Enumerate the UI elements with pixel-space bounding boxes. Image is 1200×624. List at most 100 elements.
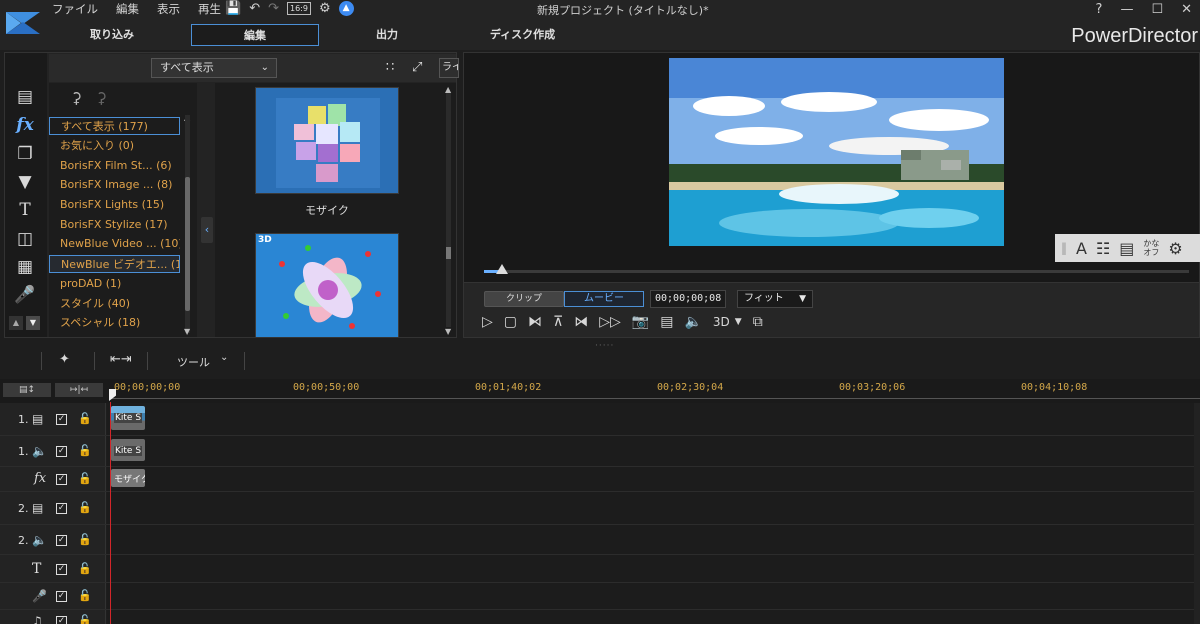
title-room-icon[interactable]: T [14,199,36,221]
tab-disc[interactable]: ディスク作成 [470,24,575,46]
category-item[interactable]: NewBlue ビデオエ... (10) [49,255,180,273]
lock-icon[interactable]: 🔓 [78,533,92,546]
stop-icon[interactable]: ▢ [504,314,517,330]
track-manager-icon[interactable]: ▤↕ [3,383,51,397]
category-item[interactable]: スタイル (40) [49,295,180,313]
kana-toggle-button[interactable]: かな オフ [1143,239,1159,257]
sidebar-down-icon[interactable]: ▼ [26,316,40,330]
sidebar-up-icon[interactable]: ▲ [9,316,23,330]
delete-tag-icon[interactable]: ⚳ [96,89,107,107]
fx-room-icon[interactable]: fx [14,114,36,136]
scroll-down-icon[interactable]: ▼ [184,327,190,336]
trim-icon[interactable]: ⇤⇥ [110,352,132,367]
3d-button[interactable]: 3D [713,315,730,329]
track-enable-checkbox[interactable]: ✓ [56,535,67,546]
subtitle-icon[interactable]: ▤ [660,314,673,330]
volume-icon[interactable]: 🔈 [684,314,701,330]
gear-icon[interactable]: ⚙ [1168,239,1182,258]
clipboard-icon[interactable]: ▤ [1119,239,1134,258]
empty-track[interactable] [107,610,1200,624]
category-item[interactable]: NewBlue Video ... (10) [49,235,180,253]
category-item[interactable]: BorisFX Lights (15) [49,196,180,214]
category-item[interactable]: BorisFX Stylize (17) [49,216,180,234]
collapse-panel-icon[interactable]: ‹ [201,217,213,243]
category-item[interactable]: BorisFX Image ... (8) [49,176,180,194]
magic-tool-icon[interactable]: ✦ [59,352,70,367]
track-enable-checkbox[interactable]: ✓ [56,591,67,602]
category-item[interactable]: スペシャル (18) [49,314,180,332]
lock-icon[interactable]: 🔓 [78,472,92,485]
menu-play[interactable]: 再生 [198,1,221,17]
menu-edit[interactable]: 編集 [116,1,139,17]
track-enable-checkbox[interactable]: ✓ [56,564,67,575]
chevron-down-icon[interactable]: ⌄ [220,352,228,363]
category-item[interactable]: BorisFX Film St... (6) [49,157,180,175]
lock-icon[interactable]: 🔓 [78,412,92,425]
undock-icon[interactable]: ⧉ [753,314,763,330]
video-clip[interactable]: Kite S [111,406,145,430]
menu-view[interactable]: 表示 [157,1,180,17]
next-frame-icon[interactable]: ⧒ [574,314,588,330]
media-room-icon[interactable]: ▤ [14,86,36,108]
empty-track[interactable] [107,583,1200,609]
expand-icon[interactable]: ⤢ [412,60,422,75]
audio-mixing-room-icon[interactable]: ▦ [14,256,36,278]
save-icon[interactable]: 💾 [225,1,241,16]
hierarchy-icon[interactable]: ☷ [1096,239,1110,258]
timeline-scrollbar[interactable] [1194,403,1200,624]
aspect-ratio-button[interactable]: 16:9 [287,2,311,15]
track-enable-checkbox[interactable]: ✓ [56,503,67,514]
text-tool-icon[interactable]: A [1076,239,1087,258]
scroll-down-icon[interactable]: ▼ [445,327,451,336]
lock-icon[interactable]: 🔓 [78,614,92,624]
voice-over-room-icon[interactable]: 🎤 [14,284,36,306]
menu-file[interactable]: ファイル [52,1,98,17]
notification-icon[interactable]: ▲ [338,1,354,16]
empty-track[interactable] [107,492,1200,524]
maximize-icon[interactable]: ☐ [1151,2,1163,17]
lock-icon[interactable]: 🔓 [78,562,92,575]
drag-handle-icon[interactable]: ‖ [1061,241,1067,255]
close-icon[interactable]: ✕ [1181,2,1192,17]
minimize-icon[interactable]: — [1120,2,1133,17]
category-item[interactable]: すべて表示 (177) [49,117,180,135]
effect-thumbnail-3d[interactable]: 3D [255,233,399,337]
effect-thumbnail-mosaic[interactable] [255,87,399,194]
timecode-display[interactable]: 00;00;00;08 [650,290,727,308]
add-tag-icon[interactable]: ⚳ [71,89,82,107]
movie-mode-button[interactable]: ムービー [564,291,644,307]
chevron-down-icon[interactable]: ▼ [735,317,742,327]
help-icon[interactable]: ? [1096,2,1103,17]
play-icon[interactable]: ▷ [482,314,493,330]
audio-clip[interactable]: Kite S [111,439,145,461]
tab-edit[interactable]: 編集 [191,24,319,46]
lock-icon[interactable]: 🔓 [78,444,92,457]
lock-icon[interactable]: 🔓 [78,589,92,602]
undo-icon[interactable]: ↶ [249,1,260,16]
particle-room-icon[interactable]: ▼ [14,171,36,193]
tab-import[interactable]: 取り込み [62,24,162,46]
category-scrollbar[interactable] [185,115,190,333]
track-enable-checkbox[interactable]: ✓ [56,616,67,624]
pip-room-icon[interactable]: ❐ [14,143,36,165]
grid-view-icon[interactable]: ∷ [386,60,394,75]
split-icon[interactable]: ⊼ [553,314,563,330]
gear-icon[interactable]: ⚙ [319,1,331,16]
transition-room-icon[interactable]: ◫ [14,228,36,250]
filter-dropdown[interactable]: すべて表示 ⌄ [151,58,277,78]
track-enable-checkbox[interactable]: ✓ [56,474,67,485]
tools-dropdown[interactable]: ツール [177,354,210,370]
empty-track[interactable] [107,555,1200,582]
scrubber-handle[interactable] [495,264,508,274]
library-tab[interactable]: ライブラリ [439,58,459,78]
effect-scrollbar[interactable] [446,93,451,327]
preview-scrubber[interactable] [484,270,1189,273]
clip-mode-button[interactable]: クリップ [484,291,564,307]
fast-forward-icon[interactable]: ▷▷ [599,314,621,330]
track-enable-checkbox[interactable]: ✓ [56,414,67,425]
fit-timeline-icon[interactable]: ↦|↤ [55,383,103,397]
category-item[interactable]: お気に入り (0) [49,137,180,155]
empty-track[interactable] [107,525,1200,554]
timeline-ruler[interactable]: ▤↕ ↦|↤ 00;00;00;00 00;00;50;00 00;01;40;… [0,379,1200,403]
zoom-dropdown[interactable]: フィット ▼ [737,290,813,308]
